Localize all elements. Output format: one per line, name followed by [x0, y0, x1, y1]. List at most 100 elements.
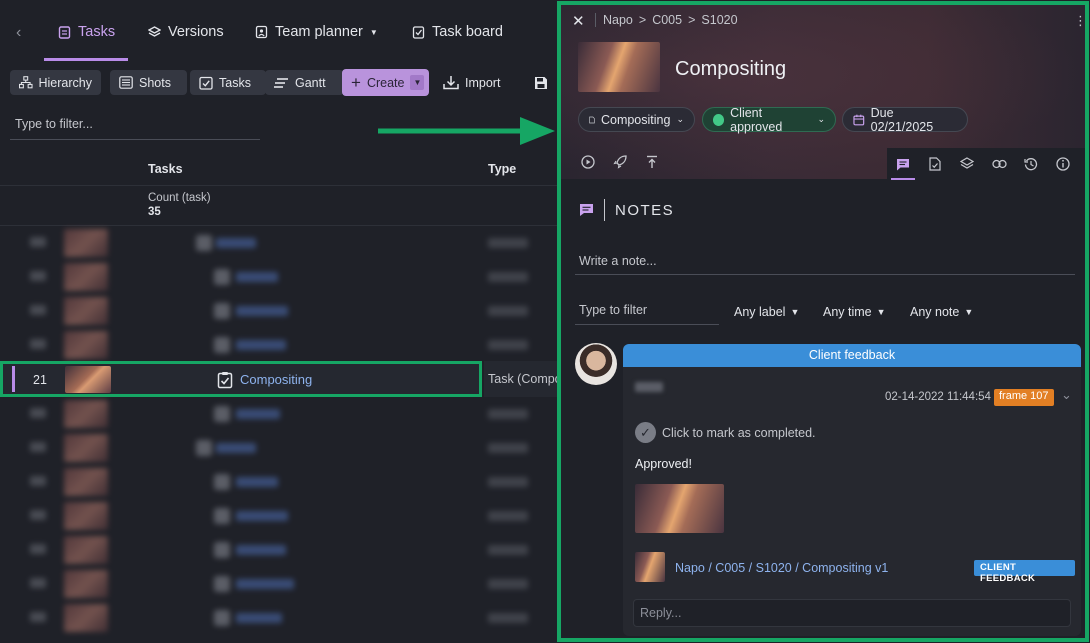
- breadcrumb-sequence[interactable]: C005: [652, 13, 682, 27]
- gantt-label: Gantt: [295, 75, 326, 90]
- table-row[interactable]: [0, 328, 558, 362]
- save-icon: [535, 76, 547, 89]
- tab-versions[interactable]: [951, 148, 983, 180]
- gantt-button[interactable]: Gantt: [265, 70, 344, 95]
- pointer-arrow: [378, 117, 555, 145]
- caret-down-icon: ▼: [369, 27, 378, 37]
- row-task-name[interactable]: Compositing: [240, 372, 312, 387]
- task-type-label: Compositing: [600, 112, 671, 127]
- task-filter-input[interactable]: Type to filter...: [10, 114, 260, 140]
- due-date-chip[interactable]: Due 02/21/2025: [842, 106, 968, 134]
- hierarchy-icon: [19, 76, 33, 89]
- note-icon: [580, 204, 593, 216]
- gantt-icon: [274, 77, 288, 88]
- tab-versions[interactable]: Versions: [148, 24, 224, 40]
- table-row[interactable]: [0, 294, 558, 328]
- caret-down-icon: ▼: [410, 75, 425, 90]
- create-button[interactable]: + Create ▼: [342, 69, 429, 96]
- chevron-down-icon[interactable]: ⌄: [1061, 387, 1072, 403]
- play-icon[interactable]: [581, 155, 595, 169]
- tab-tasks[interactable]: Tasks: [58, 24, 115, 40]
- table-row[interactable]: [0, 533, 558, 567]
- publish-icon[interactable]: [645, 155, 659, 169]
- table-row[interactable]: [0, 397, 558, 431]
- tab-notes[interactable]: [887, 148, 919, 180]
- mark-completed-toggle[interactable]: ✓ Click to mark as completed.: [635, 422, 816, 443]
- breadcrumb-shot[interactable]: S1020: [701, 13, 737, 27]
- more-vertical-icon[interactable]: ⋮: [1074, 13, 1085, 29]
- frame-badge[interactable]: frame 107: [994, 389, 1054, 406]
- notes-filter-input[interactable]: Type to filter: [575, 299, 719, 325]
- status-chip[interactable]: Client approved ⌄: [702, 105, 836, 134]
- chevron-down-icon: ▼: [964, 307, 974, 317]
- top-navigation: ‹ Tasks Versions Team planner ▼ Task boa…: [0, 0, 558, 62]
- header-divider: [0, 185, 558, 186]
- breadcrumb: Napo > C005 > S1020: [603, 13, 738, 27]
- tab-links[interactable]: [983, 148, 1015, 180]
- layers-icon: [148, 25, 161, 37]
- write-note-input[interactable]: Write a note...: [575, 249, 1075, 275]
- tab-info[interactable]: [1047, 148, 1079, 180]
- link-icon: [991, 159, 1007, 169]
- calendar-user-icon: [255, 25, 268, 39]
- avatar[interactable]: [575, 343, 617, 385]
- note-attachment-image[interactable]: [635, 484, 724, 533]
- panel-actions: [581, 155, 659, 169]
- table-row[interactable]: [0, 226, 558, 260]
- tab-versions-label: Versions: [168, 24, 224, 40]
- row-number: 21: [33, 373, 47, 387]
- table-row[interactable]: [0, 431, 558, 465]
- table-row[interactable]: [0, 567, 558, 601]
- table-row[interactable]: [0, 499, 558, 533]
- hierarchy-button[interactable]: Hierarchy: [10, 70, 101, 95]
- count-label: Count (task): [148, 192, 211, 204]
- breadcrumb-separator: >: [638, 13, 647, 27]
- clipboard-check-icon: [412, 26, 425, 39]
- table-row-selected[interactable]: 21 Compositing: [0, 361, 482, 397]
- status-label: Client approved: [730, 105, 783, 134]
- notes-title: NOTES: [615, 201, 675, 219]
- table-row[interactable]: [0, 601, 558, 635]
- rocket-icon[interactable]: [613, 155, 627, 169]
- panel-title: Compositing: [675, 58, 787, 80]
- chevron-down-icon: ▼: [790, 307, 800, 317]
- version-link-row: Napo / C005 / S1020 / Compositing v1 CLI…: [635, 552, 1075, 584]
- table-row[interactable]: [0, 465, 558, 499]
- reply-input[interactable]: Reply...: [633, 599, 1071, 627]
- version-thumbnail[interactable]: [635, 552, 665, 582]
- clipboard-icon: [58, 26, 71, 39]
- row-thumbnail[interactable]: [65, 366, 111, 393]
- document-icon: [589, 116, 595, 123]
- chevron-down-icon: ⌄: [676, 114, 684, 124]
- tasks-view-button[interactable]: Tasks: [190, 70, 266, 95]
- close-icon[interactable]: ✕: [572, 12, 585, 30]
- save-button[interactable]: [528, 70, 554, 95]
- note-body: Approved!: [635, 457, 692, 471]
- hierarchy-label: Hierarchy: [38, 75, 93, 90]
- shots-grid-icon: [119, 76, 133, 89]
- version-link[interactable]: Napo / C005 / S1020 / Compositing v1: [675, 561, 888, 575]
- plus-icon: +: [351, 72, 361, 92]
- note-type-filter-dropdown[interactable]: Any note ▼: [910, 305, 973, 319]
- tab-team-planner[interactable]: Team planner ▼: [255, 24, 378, 40]
- task-type-chip[interactable]: Compositing ⌄: [578, 107, 695, 132]
- tab-task-board[interactable]: Task board: [412, 24, 503, 40]
- shots-button[interactable]: Shots: [110, 70, 187, 95]
- tab-tasks-label: Tasks: [78, 24, 116, 40]
- tab-history[interactable]: [1015, 148, 1047, 180]
- chevron-left-icon[interactable]: ‹: [16, 24, 21, 42]
- note-icon: [897, 158, 909, 170]
- breadcrumb-project[interactable]: Napo: [603, 13, 633, 27]
- create-label: Create: [366, 75, 405, 90]
- column-header-tasks[interactable]: Tasks: [148, 162, 183, 176]
- file-check-icon: [929, 157, 941, 171]
- check-circle-icon: ✓: [635, 422, 656, 443]
- calendar-icon: [853, 114, 865, 125]
- task-thumbnail[interactable]: [578, 42, 660, 92]
- table-row[interactable]: [0, 260, 558, 294]
- column-header-type[interactable]: Type: [488, 162, 516, 176]
- tab-checklist[interactable]: [919, 148, 951, 180]
- time-filter-dropdown[interactable]: Any time ▼: [823, 305, 886, 319]
- import-button[interactable]: Import: [434, 70, 522, 95]
- label-filter-dropdown[interactable]: Any label ▼: [734, 305, 799, 319]
